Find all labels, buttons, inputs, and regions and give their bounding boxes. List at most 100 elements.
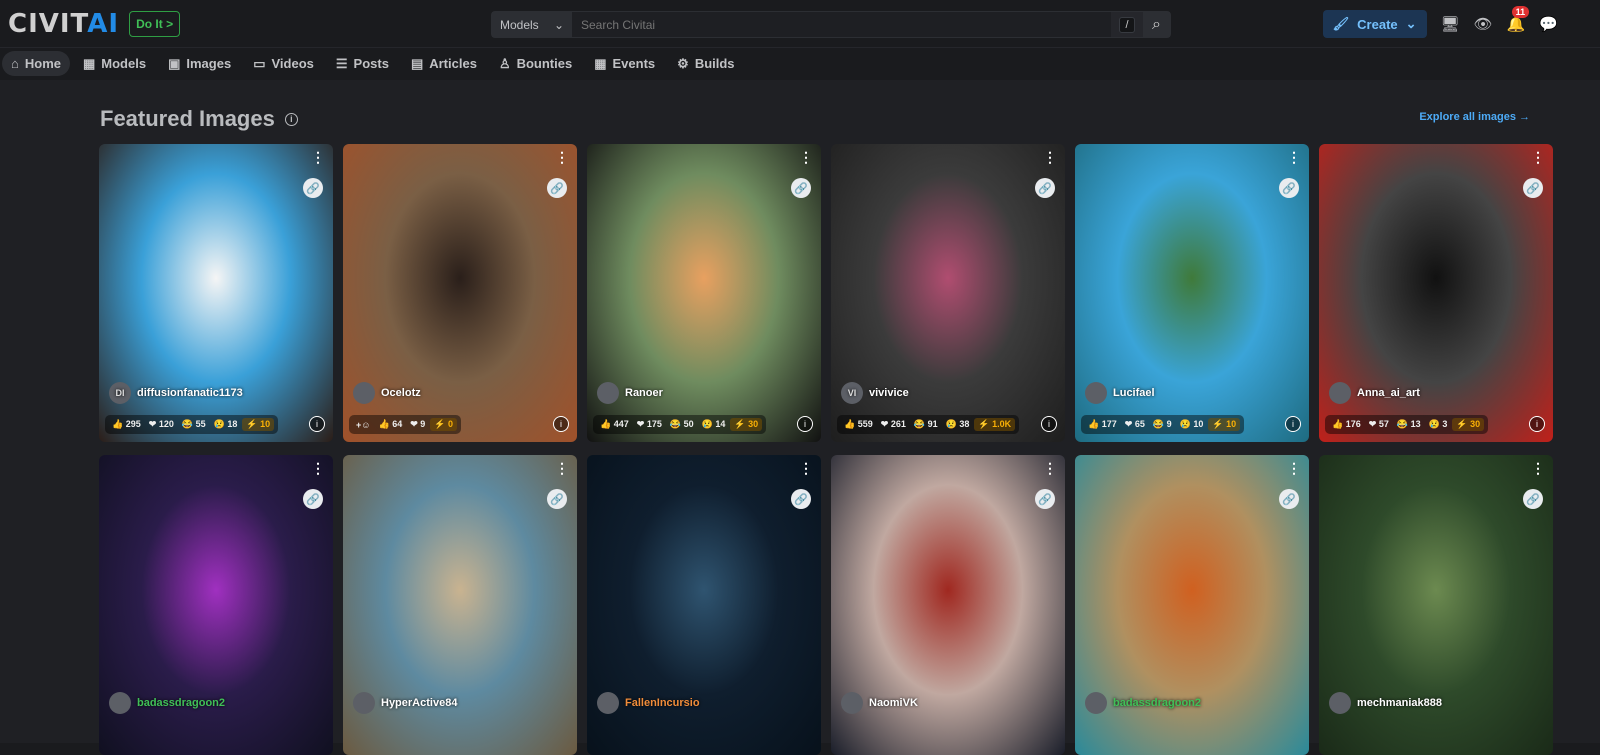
nav-item-images[interactable]: ▣Images — [159, 51, 240, 77]
card-user[interactable]: Lucifael — [1085, 382, 1155, 404]
nav-item-events[interactable]: ▦Events — [585, 51, 664, 77]
tip-buzz-button[interactable]: ⚡ 10 — [1208, 418, 1240, 431]
link-icon[interactable]: 🔗 — [1035, 489, 1055, 509]
reaction-heart[interactable]: ❤ 120 — [146, 419, 177, 430]
more-options-icon[interactable]: ⋮ — [1531, 150, 1545, 164]
tip-buzz-button[interactable]: ⚡ 1.0K — [974, 418, 1015, 431]
more-options-icon[interactable]: ⋮ — [311, 150, 325, 164]
link-icon[interactable]: 🔗 — [303, 178, 323, 198]
reaction-laugh[interactable]: 😂 91 — [911, 419, 941, 430]
image-card[interactable]: ⋮ 🔗 FallenIncursio — [587, 455, 821, 755]
card-user[interactable]: badassdragoon2 — [109, 692, 225, 714]
search-scope-select[interactable]: Models⌄ — [492, 12, 572, 37]
more-options-icon[interactable]: ⋮ — [555, 461, 569, 475]
search-input[interactable] — [572, 12, 1111, 37]
card-user[interactable]: Anna_ai_art — [1329, 382, 1420, 404]
link-icon[interactable]: 🔗 — [547, 178, 567, 198]
bell-icon[interactable]: 🔔11 — [1507, 15, 1526, 33]
add-reaction-icon[interactable]: +☺ — [353, 420, 373, 430]
card-user[interactable]: FallenIncursio — [597, 692, 700, 714]
reaction-heart[interactable]: ❤ 65 — [1122, 419, 1148, 430]
create-button[interactable]: 🖌Create⌄ — [1323, 10, 1427, 38]
tip-buzz-button[interactable]: ⚡ 30 — [1452, 418, 1484, 431]
info-icon[interactable]: i — [1041, 416, 1057, 432]
more-options-icon[interactable]: ⋮ — [1043, 150, 1057, 164]
nav-item-posts[interactable]: ☰Posts — [327, 51, 398, 77]
reaction-heart[interactable]: ❤ 57 — [1366, 419, 1392, 430]
nav-item-home[interactable]: ⌂Home — [2, 51, 70, 76]
reaction-cry[interactable]: 😢 10 — [1177, 419, 1207, 430]
more-options-icon[interactable]: ⋮ — [1531, 461, 1545, 475]
search-button[interactable]: ⌕ — [1143, 12, 1170, 37]
link-icon[interactable]: 🔗 — [791, 178, 811, 198]
reaction-cry[interactable]: 😢 14 — [699, 419, 729, 430]
info-icon[interactable]: i — [285, 113, 298, 126]
nav-item-models[interactable]: ▦Models — [74, 51, 155, 77]
link-icon[interactable]: 🔗 — [1279, 178, 1299, 198]
link-icon[interactable]: 🔗 — [1523, 489, 1543, 509]
link-icon[interactable]: 🔗 — [791, 489, 811, 509]
civitai-logo[interactable]: CIVITAI — [8, 9, 119, 39]
reaction-heart[interactable]: ❤ 9 — [407, 419, 428, 430]
image-card[interactable]: ⋮🔗badassdragoon2 — [1075, 455, 1309, 755]
card-user[interactable]: Ocelotz — [353, 382, 421, 404]
card-user[interactable]: DIdiffusionfanatic1173 — [109, 382, 243, 404]
image-card[interactable]: ⋮ 🔗 badassdragoon2 — [99, 455, 333, 755]
nav-item-builds[interactable]: ⚙Builds — [668, 51, 743, 77]
reaction-laugh[interactable]: 😂 13 — [1394, 419, 1424, 430]
card-user[interactable]: mechmaniak888 — [1329, 692, 1442, 714]
tip-buzz-button[interactable]: ⚡ 0 — [430, 418, 457, 431]
card-user[interactable]: HyperActive84 — [353, 692, 457, 714]
more-options-icon[interactable]: ⋮ — [555, 150, 569, 164]
image-card[interactable]: ⋮ 🔗 DIdiffusionfanatic1173 👍 295❤ 120😂 55😢 … — [99, 144, 333, 442]
card-user[interactable]: VIvivivice — [841, 382, 909, 404]
reaction-laugh[interactable]: 😂 9 — [1150, 419, 1175, 430]
image-card[interactable]: ⋮ 🔗 NaomiVK — [831, 455, 1065, 755]
tip-buzz-button[interactable]: ⚡ 30 — [730, 418, 762, 431]
card-user[interactable]: NaomiVK — [841, 692, 918, 714]
card-user[interactable]: Ranoer — [597, 382, 663, 404]
link-icon[interactable]: 🔗 — [1279, 489, 1299, 509]
info-icon[interactable]: i — [797, 416, 813, 432]
card-user[interactable]: badassdragoon2 — [1085, 692, 1201, 714]
image-card[interactable]: ⋮ 🔗 Lucifael 👍 177❤ 65😂 9😢 10⚡ 10 i — [1075, 144, 1309, 442]
do-it-button[interactable]: Do It > — [129, 11, 180, 37]
info-icon[interactable]: i — [1285, 416, 1301, 432]
reaction-heart[interactable]: ❤ 261 — [878, 419, 909, 430]
image-card[interactable]: ⋮ 🔗 HyperActive84 — [343, 455, 577, 755]
link-icon[interactable]: 🔗 — [547, 489, 567, 509]
reaction-cry[interactable]: 😢 3 — [1426, 419, 1451, 430]
link-icon[interactable]: 🔗 — [303, 489, 323, 509]
reaction-like[interactable]: 👍 176 — [1329, 419, 1364, 430]
more-options-icon[interactable]: ⋮ — [311, 461, 325, 475]
image-card[interactable]: ⋮🔗VIvivivice👍 559❤ 261😂 91😢 38⚡ 1.0Ki — [831, 144, 1065, 442]
info-icon[interactable]: i — [1529, 416, 1545, 432]
chat-icon[interactable]: 💬 — [1539, 15, 1558, 33]
reaction-like[interactable]: 👍 177 — [1085, 419, 1120, 430]
reaction-cry[interactable]: 😢 38 — [943, 419, 973, 430]
info-icon[interactable]: i — [309, 416, 325, 432]
nav-item-videos[interactable]: ▭Videos — [244, 51, 323, 77]
monitor-icon[interactable]: 🖥 — [1441, 15, 1460, 33]
reaction-like[interactable]: 👍 295 — [109, 419, 144, 430]
more-options-icon[interactable]: ⋮ — [1287, 150, 1301, 164]
reaction-laugh[interactable]: 😂 50 — [667, 419, 697, 430]
reaction-like[interactable]: 👍 64 — [375, 419, 405, 430]
nav-item-bounties[interactable]: ♙Bounties — [490, 51, 581, 77]
more-options-icon[interactable]: ⋮ — [799, 150, 813, 164]
reaction-cry[interactable]: 😢 18 — [211, 419, 241, 430]
image-card[interactable]: ⋮ 🔗 mechmaniak888 — [1319, 455, 1553, 755]
eye-icon[interactable]: 👁 — [1474, 15, 1493, 33]
more-options-icon[interactable]: ⋮ — [799, 461, 813, 475]
info-icon[interactable]: i — [553, 416, 569, 432]
nav-item-articles[interactable]: ▤Articles — [402, 51, 486, 77]
explore-all-images-link[interactable]: Explore all images → — [1419, 111, 1530, 123]
image-card[interactable]: ⋮ 🔗 Anna_ai_art 👍 176❤ 57😂 13😢 3⚡ 30 i — [1319, 144, 1553, 442]
tip-buzz-button[interactable]: ⚡ 10 — [242, 418, 274, 431]
more-options-icon[interactable]: ⋮ — [1043, 461, 1057, 475]
link-icon[interactable]: 🔗 — [1523, 178, 1543, 198]
image-card[interactable]: ⋮🔗Ranoer👍 447❤ 175😂 50😢 14⚡ 30i — [587, 144, 821, 442]
reaction-like[interactable]: 👍 447 — [597, 419, 632, 430]
image-card[interactable]: ⋮ 🔗 Ocelotz +☺👍 64❤ 9⚡ 0 i — [343, 144, 577, 442]
reaction-laugh[interactable]: 😂 55 — [179, 419, 209, 430]
